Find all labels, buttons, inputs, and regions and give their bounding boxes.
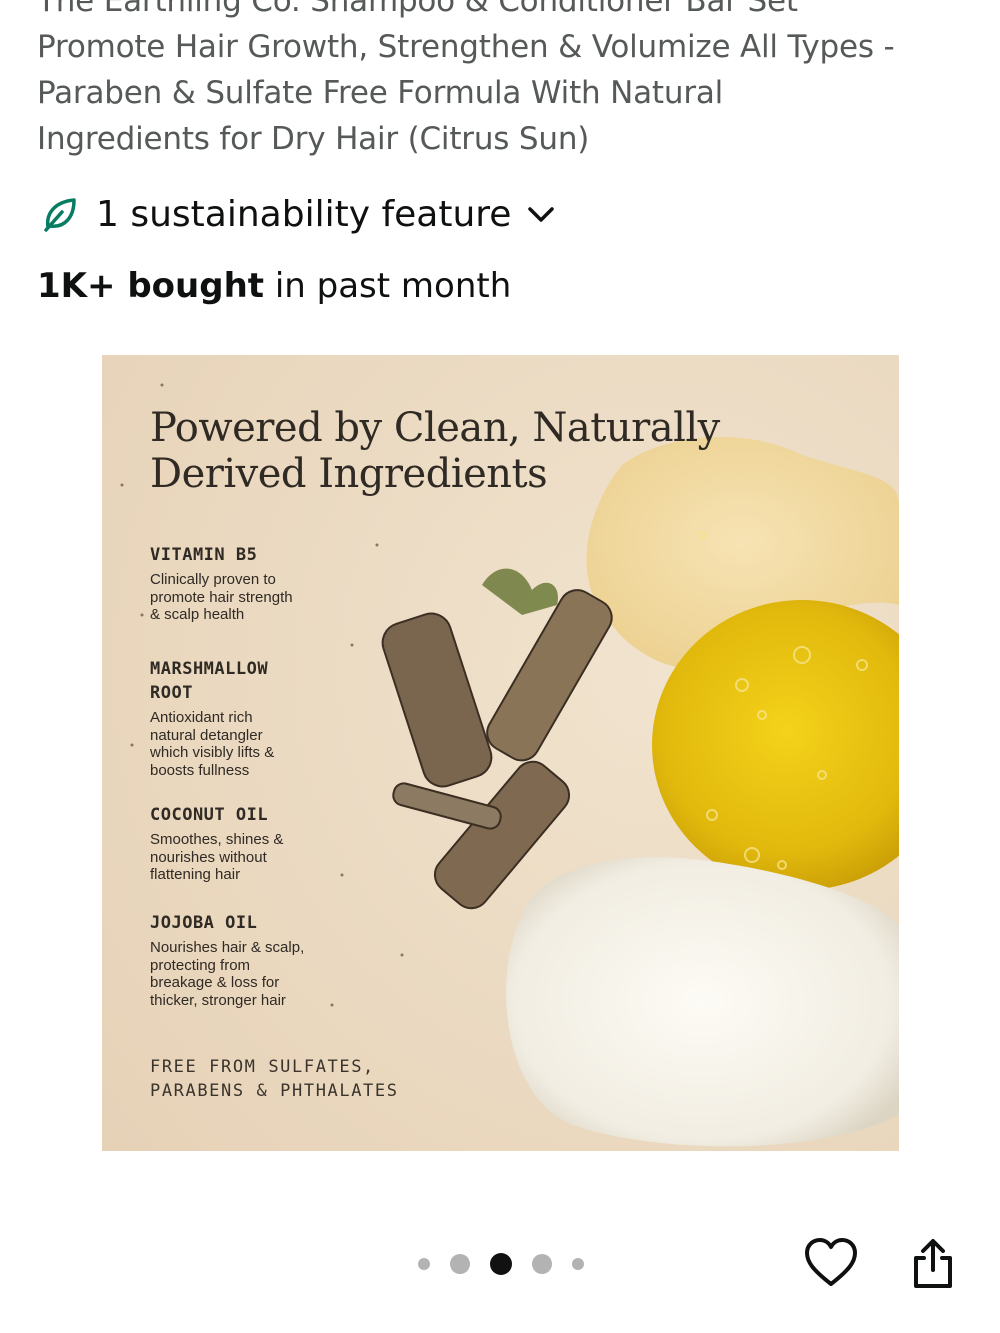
free-from-line: FREE FROM SULFATES,	[150, 1057, 375, 1077]
ingredient-vitamin-b5: VITAMIN B5 Clinically proven to promote …	[150, 543, 350, 624]
ingredient-name: COCONUT OIL	[150, 805, 269, 825]
leaf-icon	[44, 198, 76, 232]
ingredient-coconut-oil: COCONUT OIL Smoothes, shines & nourishes…	[150, 803, 350, 884]
product-title-line: The Earthling Co. Shampoo & Conditioner …	[37, 0, 798, 19]
chevron-down-icon	[528, 207, 555, 222]
carousel-indicator	[408, 1252, 594, 1276]
image-heading: Powered by Clean, Naturally Derived Ingr…	[150, 405, 720, 497]
ingredient-description-line: Clinically proven to	[150, 571, 276, 588]
carousel-dot[interactable]	[450, 1254, 470, 1274]
heart-icon[interactable]	[803, 1236, 859, 1292]
ingredient-description-line: Nourishes hair & scalp,	[150, 939, 305, 956]
ingredient-description-line: nourishes without	[150, 848, 267, 866]
ingredient-description-line: breakage & loss for	[150, 974, 280, 991]
ingredient-description-line: flattening hair	[150, 866, 241, 883]
carousel-dot[interactable]	[572, 1258, 584, 1270]
bought-count-text: 1K+ bought in past month	[37, 266, 511, 306]
carousel-dot[interactable]	[532, 1254, 552, 1274]
ingredient-description-line: & scalp health	[150, 606, 245, 623]
sustainability-feature-toggle[interactable]: 1 sustainability feature	[40, 190, 557, 238]
free-from-line: PARABENS & PHTHALATES	[150, 1081, 399, 1101]
sustainability-feature-label: 1 sustainability feature	[96, 193, 512, 235]
ingredient-jojoba-oil: JOJOBA OIL Nourishes hair & scalp, prote…	[150, 911, 350, 1009]
product-title-line: Paraben & Sulfate Free Formula With Natu…	[37, 75, 724, 111]
ingredient-description-line: which visibly lifts &	[150, 744, 275, 761]
ingredient-description-line: promote hair strength	[150, 588, 293, 606]
image-heading-line: Derived Ingredients	[150, 451, 548, 497]
ingredient-description-line: natural detangler	[150, 726, 263, 744]
product-title-line: Promote Hair Growth, Strengthen & Volumi…	[37, 29, 895, 65]
bought-count: 1K+ bought	[37, 266, 265, 306]
ingredient-name: VITAMIN B5	[150, 545, 258, 565]
bought-suffix: in past month	[264, 266, 512, 306]
ingredient-description-line: thicker, stronger hair	[150, 991, 286, 1009]
product-image[interactable]: Powered by Clean, Naturally Derived Ingr…	[102, 355, 899, 1151]
ingredient-name: JOJOBA OIL	[150, 913, 258, 933]
ingredient-name: ROOT	[150, 683, 193, 703]
ingredient-description: Antioxidant rich natural detangler which…	[150, 709, 350, 779]
carousel-dot-active[interactable]	[490, 1253, 512, 1275]
share-icon[interactable]	[905, 1236, 961, 1292]
product-title-line: Ingredients for Dry Hair (Citrus Sun)	[37, 121, 590, 157]
ingredient-name: MARSHMALLOW	[150, 659, 269, 679]
free-from-text: FREE FROM SULFATES, PARABENS & PHTHALATE…	[150, 1055, 399, 1103]
ingredient-description-line: protecting from	[150, 956, 251, 974]
image-heading-line: Powered by Clean, Naturally	[150, 405, 720, 451]
ingredient-description-line: boosts fullness	[150, 761, 250, 779]
ingredient-description: Nourishes hair & scalp, protecting from …	[150, 939, 350, 1009]
ingredient-description-line: Antioxidant rich	[150, 709, 253, 726]
carousel-dot[interactable]	[418, 1258, 430, 1270]
product-title: The Earthling Co. Shampoo & Conditioner …	[37, 0, 977, 162]
ingredient-marshmallow-root: MARSHMALLOW ROOT Antioxidant rich natura…	[150, 657, 350, 779]
ingredient-description: Smoothes, shines & nourishes without fla…	[150, 831, 350, 884]
ingredient-description-line: Smoothes, shines &	[150, 831, 284, 848]
ingredient-description: Clinically proven to promote hair streng…	[150, 571, 350, 624]
